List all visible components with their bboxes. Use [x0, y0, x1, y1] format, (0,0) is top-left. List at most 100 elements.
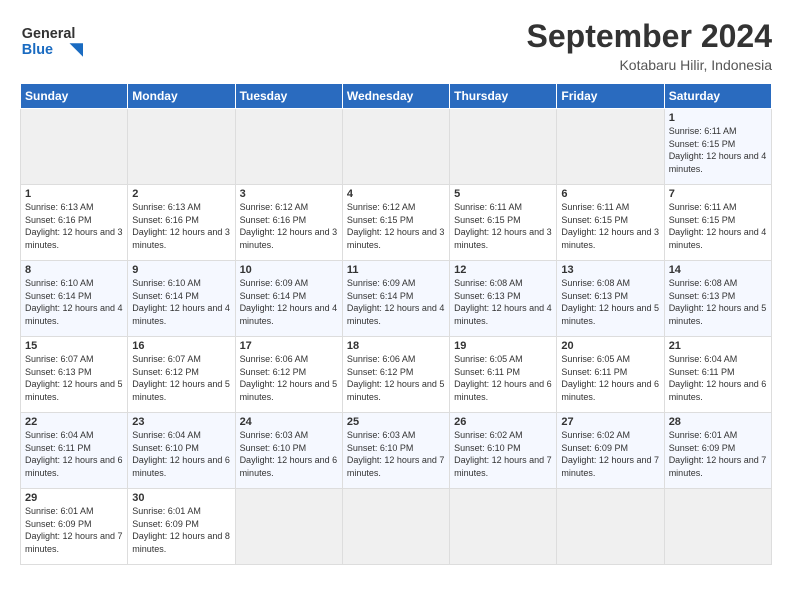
day-number: 4 [347, 188, 445, 200]
day-number: 16 [132, 340, 230, 352]
day-header-tuesday: Tuesday [235, 84, 342, 109]
header: General Blue September 2024 Kotabaru Hil… [20, 18, 772, 73]
cell-info: Sunrise: 6:08 AMSunset: 6:13 PMDaylight:… [454, 278, 552, 326]
day-header-monday: Monday [128, 84, 235, 109]
cell-info: Sunrise: 6:13 AMSunset: 6:16 PMDaylight:… [25, 202, 123, 250]
page: General Blue September 2024 Kotabaru Hil… [0, 0, 792, 612]
day-number: 6 [561, 188, 659, 200]
calendar-cell: 25 Sunrise: 6:03 AMSunset: 6:10 PMDayligh… [342, 413, 449, 489]
calendar-cell [450, 489, 557, 565]
title-block: September 2024 Kotabaru Hilir, Indonesia [527, 18, 772, 73]
calendar-cell [450, 109, 557, 185]
calendar-week-3: 15 Sunrise: 6:07 AMSunset: 6:13 PMDayligh… [21, 337, 772, 413]
calendar-cell [557, 489, 664, 565]
svg-text:General: General [22, 26, 76, 42]
calendar-cell [235, 489, 342, 565]
day-number: 12 [454, 264, 552, 276]
logo-svg: General Blue [20, 18, 110, 63]
calendar-cell: 7 Sunrise: 6:11 AMSunset: 6:15 PMDaylight… [664, 185, 771, 261]
day-number: 26 [454, 416, 552, 428]
calendar-cell: 10Sunrise: 6:09 AMSunset: 6:14 PMDayligh… [235, 261, 342, 337]
calendar-header-row: SundayMondayTuesdayWednesdayThursdayFrid… [21, 84, 772, 109]
calendar-cell: 24Sunrise: 6:03 AMSunset: 6:10 PMDayligh… [235, 413, 342, 489]
day-number: 14 [669, 264, 767, 276]
calendar-cell: 16 Sunrise: 6:07 AMSunset: 6:12 PMDayligh… [128, 337, 235, 413]
day-number: 2 [132, 188, 230, 200]
cell-info: Sunrise: 6:07 AMSunset: 6:12 PMDaylight:… [132, 354, 230, 402]
calendar-week-5: 29 Sunrise: 6:01 AMSunset: 6:09 PMDayligh… [21, 489, 772, 565]
day-header-thursday: Thursday [450, 84, 557, 109]
calendar-cell [21, 109, 128, 185]
day-number: 17 [240, 340, 338, 352]
day-number: 28 [669, 416, 767, 428]
day-number: 10 [240, 264, 338, 276]
day-number: 22 [25, 416, 123, 428]
day-number: 21 [669, 340, 767, 352]
calendar-cell: 13 Sunrise: 6:08 AMSunset: 6:13 PMDayligh… [557, 261, 664, 337]
cell-info: Sunrise: 6:02 AMSunset: 6:10 PMDaylight:… [454, 430, 552, 478]
day-number: 18 [347, 340, 445, 352]
subtitle: Kotabaru Hilir, Indonesia [527, 57, 772, 73]
calendar-cell: 1Sunrise: 6:11 AMSunset: 6:15 PMDaylight… [664, 109, 771, 185]
calendar-cell: 2 Sunrise: 6:13 AMSunset: 6:16 PMDaylight… [128, 185, 235, 261]
day-number: 8 [25, 264, 123, 276]
calendar-week-4: 22 Sunrise: 6:04 AMSunset: 6:11 PMDayligh… [21, 413, 772, 489]
calendar-cell: 19Sunrise: 6:05 AMSunset: 6:11 PMDayligh… [450, 337, 557, 413]
calendar-week-2: 8 Sunrise: 6:10 AMSunset: 6:14 PMDaylight… [21, 261, 772, 337]
cell-info: Sunrise: 6:08 AMSunset: 6:13 PMDaylight:… [669, 278, 767, 326]
month-title: September 2024 [527, 18, 772, 55]
cell-info: Sunrise: 6:08 AMSunset: 6:13 PMDaylight:… [561, 278, 659, 326]
cell-info: Sunrise: 6:01 AMSunset: 6:09 PMDaylight:… [25, 506, 123, 554]
calendar-cell: 21 Sunrise: 6:04 AMSunset: 6:11 PMDayligh… [664, 337, 771, 413]
calendar-cell: 20Sunrise: 6:05 AMSunset: 6:11 PMDayligh… [557, 337, 664, 413]
calendar-cell: 14 Sunrise: 6:08 AMSunset: 6:13 PMDayligh… [664, 261, 771, 337]
cell-info: Sunrise: 6:11 AMSunset: 6:15 PMDaylight:… [454, 202, 552, 250]
calendar-table: SundayMondayTuesdayWednesdayThursdayFrid… [20, 83, 772, 565]
calendar-cell: 29 Sunrise: 6:01 AMSunset: 6:09 PMDayligh… [21, 489, 128, 565]
day-number: 19 [454, 340, 552, 352]
cell-info: Sunrise: 6:04 AMSunset: 6:11 PMDaylight:… [25, 430, 123, 478]
cell-info: Sunrise: 6:03 AMSunset: 6:10 PMDaylight:… [347, 430, 445, 478]
calendar-cell: 8 Sunrise: 6:10 AMSunset: 6:14 PMDaylight… [21, 261, 128, 337]
cell-info: Sunrise: 6:07 AMSunset: 6:13 PMDaylight:… [25, 354, 123, 402]
calendar-cell: 28 Sunrise: 6:01 AMSunset: 6:09 PMDayligh… [664, 413, 771, 489]
day-number: 29 [25, 492, 123, 504]
calendar-cell: 23 Sunrise: 6:04 AMSunset: 6:10 PMDayligh… [128, 413, 235, 489]
day-number: 23 [132, 416, 230, 428]
cell-info: Sunrise: 6:10 AMSunset: 6:14 PMDaylight:… [132, 278, 230, 326]
cell-info: Sunrise: 6:12 AMSunset: 6:16 PMDaylight:… [240, 202, 338, 250]
day-number: 1 [669, 112, 767, 124]
cell-info: Sunrise: 6:01 AMSunset: 6:09 PMDaylight:… [669, 430, 767, 478]
calendar-cell [342, 109, 449, 185]
calendar-cell [235, 109, 342, 185]
day-header-friday: Friday [557, 84, 664, 109]
day-number: 30 [132, 492, 230, 504]
calendar-cell: 12 Sunrise: 6:08 AMSunset: 6:13 PMDayligh… [450, 261, 557, 337]
day-number: 15 [25, 340, 123, 352]
svg-text:Blue: Blue [22, 42, 53, 58]
calendar-cell [128, 109, 235, 185]
calendar-cell: 18Sunrise: 6:06 AMSunset: 6:12 PMDayligh… [342, 337, 449, 413]
calendar-cell [342, 489, 449, 565]
calendar-cell: 15 Sunrise: 6:07 AMSunset: 6:13 PMDayligh… [21, 337, 128, 413]
cell-info: Sunrise: 6:04 AMSunset: 6:11 PMDaylight:… [669, 354, 767, 402]
logo: General Blue [20, 18, 110, 63]
day-header-sunday: Sunday [21, 84, 128, 109]
calendar-cell: 9 Sunrise: 6:10 AMSunset: 6:14 PMDaylight… [128, 261, 235, 337]
calendar-cell: 27Sunrise: 6:02 AMSunset: 6:09 PMDayligh… [557, 413, 664, 489]
cell-info: Sunrise: 6:11 AMSunset: 6:15 PMDaylight:… [561, 202, 659, 250]
cell-info: Sunrise: 6:13 AMSunset: 6:16 PMDaylight:… [132, 202, 230, 250]
calendar-cell: 5Sunrise: 6:11 AMSunset: 6:15 PMDaylight… [450, 185, 557, 261]
calendar-cell: 3Sunrise: 6:12 AMSunset: 6:16 PMDaylight… [235, 185, 342, 261]
day-number: 7 [669, 188, 767, 200]
day-header-saturday: Saturday [664, 84, 771, 109]
day-number: 13 [561, 264, 659, 276]
cell-info: Sunrise: 6:11 AMSunset: 6:15 PMDaylight:… [669, 202, 767, 250]
cell-info: Sunrise: 6:04 AMSunset: 6:10 PMDaylight:… [132, 430, 230, 478]
calendar-cell: 6 Sunrise: 6:11 AMSunset: 6:15 PMDaylight… [557, 185, 664, 261]
cell-info: Sunrise: 6:10 AMSunset: 6:14 PMDaylight:… [25, 278, 123, 326]
day-number: 9 [132, 264, 230, 276]
day-number: 25 [347, 416, 445, 428]
cell-info: Sunrise: 6:03 AMSunset: 6:10 PMDaylight:… [240, 430, 338, 478]
cell-info: Sunrise: 6:01 AMSunset: 6:09 PMDaylight:… [132, 506, 230, 554]
